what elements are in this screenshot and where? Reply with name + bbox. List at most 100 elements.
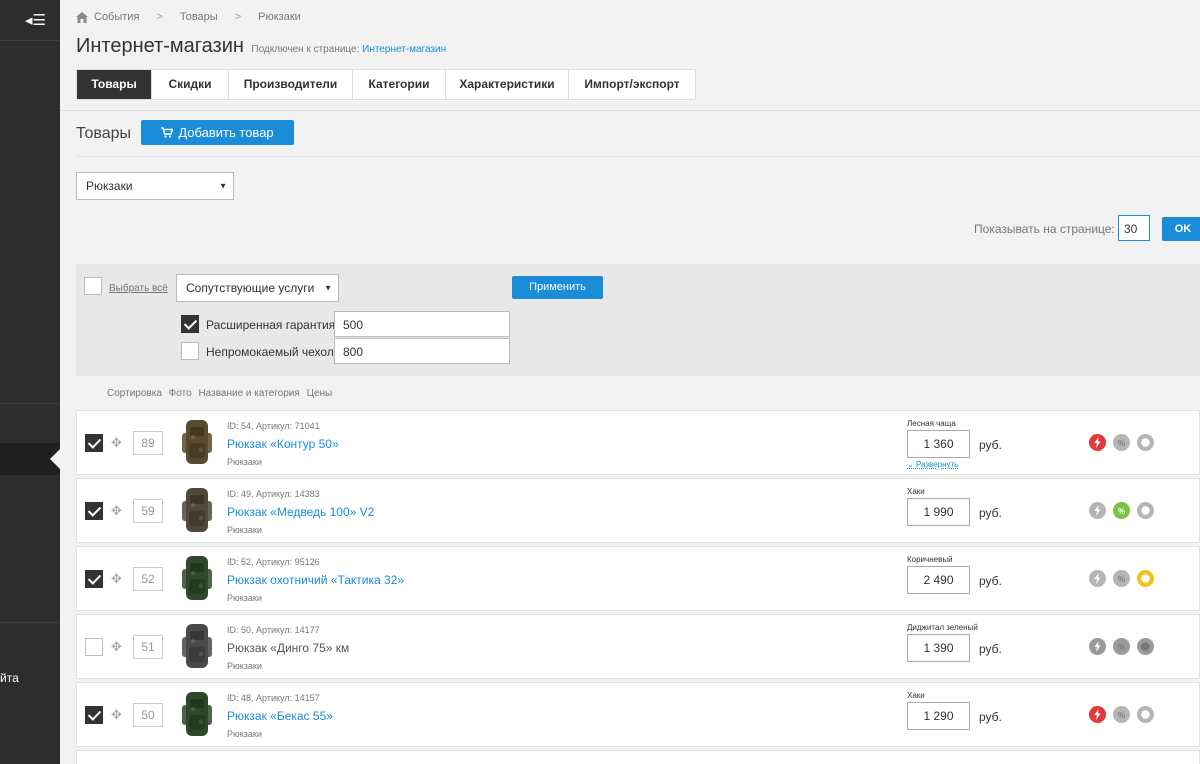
price-input[interactable]: 1 290 [907,702,970,730]
currency-label: руб. [979,574,1002,588]
sort-order-input[interactable]: 52 [133,567,163,591]
select-all-link[interactable]: Выбрать всё [109,283,168,294]
drag-handle-icon[interactable]: ✥ [111,503,122,519]
product-photo[interactable] [177,417,217,467]
tab-products[interactable]: Товары [77,70,152,99]
product-name-link[interactable]: Рюкзак охотничий «Тактика 32» [227,573,404,587]
currency-label: руб. [979,710,1002,724]
table-row-partial [76,750,1200,764]
drag-handle-icon[interactable]: ✥ [111,435,122,451]
column-header-photo[interactable]: Фото [169,388,192,399]
expand-variants-link[interactable]: ⌄ Развернуть [907,460,958,469]
bulk-action-select[interactable]: Сопутствующие услуги ▼ [176,274,339,302]
product-name-link[interactable]: Рюкзак «Медведь 100» V2 [227,505,374,519]
collapse-menu-icon[interactable]: ◂☰ [0,0,60,40]
product-meta: ID: 52, Артикул: 95126 [227,557,320,567]
discount-icon[interactable]: % [1113,706,1130,723]
price-input[interactable]: 1 390 [907,634,970,662]
sort-order-input[interactable]: 89 [133,431,163,455]
discount-icon[interactable]: % [1113,502,1130,519]
row-select-checkbox[interactable] [85,570,103,588]
add-product-label: Добавить товар [178,125,274,140]
tab-characteristics[interactable]: Характеристики [446,70,569,99]
product-name-link[interactable]: Рюкзак «Бекас 55» [227,709,333,723]
column-headers: Сортировка Фото Название и категория Цен… [107,388,336,399]
new-icon[interactable] [1137,638,1154,655]
discount-icon[interactable]: % [1113,570,1130,587]
connected-page-link[interactable]: Интернет-магазин [362,44,446,55]
bulk-action-select-value: Сопутствующие услуги [186,281,315,295]
service-warranty-label: Расширенная гарантия [206,318,336,332]
chevron-down-icon: ▼ [324,283,332,293]
page-header: Интернет-магазин Подключен к странице: И… [76,35,446,58]
product-photo[interactable] [177,621,217,671]
hit-icon[interactable] [1089,570,1106,587]
breadcrumb-item-backpacks[interactable]: Рюкзаки [258,11,301,23]
tab-discounts[interactable]: Скидки [152,70,229,99]
product-photo[interactable] [177,553,217,603]
per-page-ok-button[interactable]: OK [1162,217,1200,241]
new-icon[interactable] [1137,502,1154,519]
hit-icon[interactable] [1089,434,1106,451]
drag-handle-icon[interactable]: ✥ [111,639,122,655]
column-header-price[interactable]: Цены [307,388,333,399]
per-page-input[interactable]: 30 [1118,215,1150,241]
sidebar-divider [0,403,60,404]
sidebar-active-pointer [50,449,60,469]
tab-import-export[interactable]: Импорт/экспорт [569,70,695,99]
new-icon[interactable] [1137,706,1154,723]
select-all-checkbox[interactable] [84,277,102,295]
hit-icon[interactable] [1089,502,1106,519]
header-divider [60,110,1200,111]
price-input[interactable]: 1 360 [907,430,970,458]
service-warranty-price-input[interactable]: 500 [334,311,510,337]
product-photo[interactable] [177,485,217,535]
sidebar-item-label[interactable]: йта [0,671,19,685]
product-meta: ID: 50, Артикул: 14177 [227,625,320,635]
tab-manufacturers[interactable]: Производители [229,70,353,99]
price-input[interactable]: 2 490 [907,566,970,594]
home-icon[interactable] [76,11,88,23]
sort-order-input[interactable]: 51 [133,635,163,659]
product-name-link[interactable]: Рюкзак «Контур 50» [227,437,339,451]
row-select-checkbox[interactable] [85,434,103,452]
product-meta: ID: 48, Артикул: 14157 [227,693,320,703]
chevron-down-icon: ▼ [219,181,227,191]
breadcrumb-separator: > [234,11,242,23]
discount-icon[interactable]: % [1113,434,1130,451]
sort-order-input[interactable]: 59 [133,499,163,523]
column-header-sort[interactable]: Сортировка [107,388,162,399]
service-warranty-checkbox[interactable] [181,315,199,333]
apply-button[interactable]: Применить [512,276,603,299]
table-row: ✥ 59 ID: 49, Артикул: 14383 Рюкзак «Медведь… [76,478,1200,543]
service-cover-checkbox[interactable] [181,342,199,360]
add-product-button[interactable]: Добавить товар [141,120,294,145]
sort-order-input[interactable]: 50 [133,703,163,727]
drag-handle-icon[interactable]: ✥ [111,571,122,587]
column-header-name[interactable]: Название и категория [198,388,299,399]
hit-icon[interactable] [1089,638,1106,655]
svg-text:%: % [1118,507,1125,516]
sidebar: ◂☰ йта [0,0,60,764]
currency-label: руб. [979,438,1002,452]
tab-bar: Товары Скидки Производители Категории Ха… [76,69,696,100]
hit-icon[interactable] [1089,706,1106,723]
currency-label: руб. [979,506,1002,520]
breadcrumb-item-products[interactable]: Товары [180,11,218,23]
tab-categories[interactable]: Категории [353,70,446,99]
category-select[interactable]: Рюкзаки ▼ [76,172,234,200]
product-name-link[interactable]: Рюкзак «Динго 75» км [227,641,349,655]
breadcrumb-item-events[interactable]: События [94,11,139,23]
new-icon[interactable] [1137,570,1154,587]
drag-handle-icon[interactable]: ✥ [111,707,122,723]
row-select-checkbox[interactable] [85,638,103,656]
row-select-checkbox[interactable] [85,502,103,520]
discount-icon[interactable]: % [1113,638,1130,655]
service-cover-price-input[interactable]: 800 [334,338,510,364]
row-select-checkbox[interactable] [85,706,103,724]
product-photo[interactable] [177,689,217,739]
price-input[interactable]: 1 990 [907,498,970,526]
connected-info: Подключен к странице: Интернет-магазин [251,44,446,55]
section-title: Товары [76,125,132,142]
new-icon[interactable] [1137,434,1154,451]
